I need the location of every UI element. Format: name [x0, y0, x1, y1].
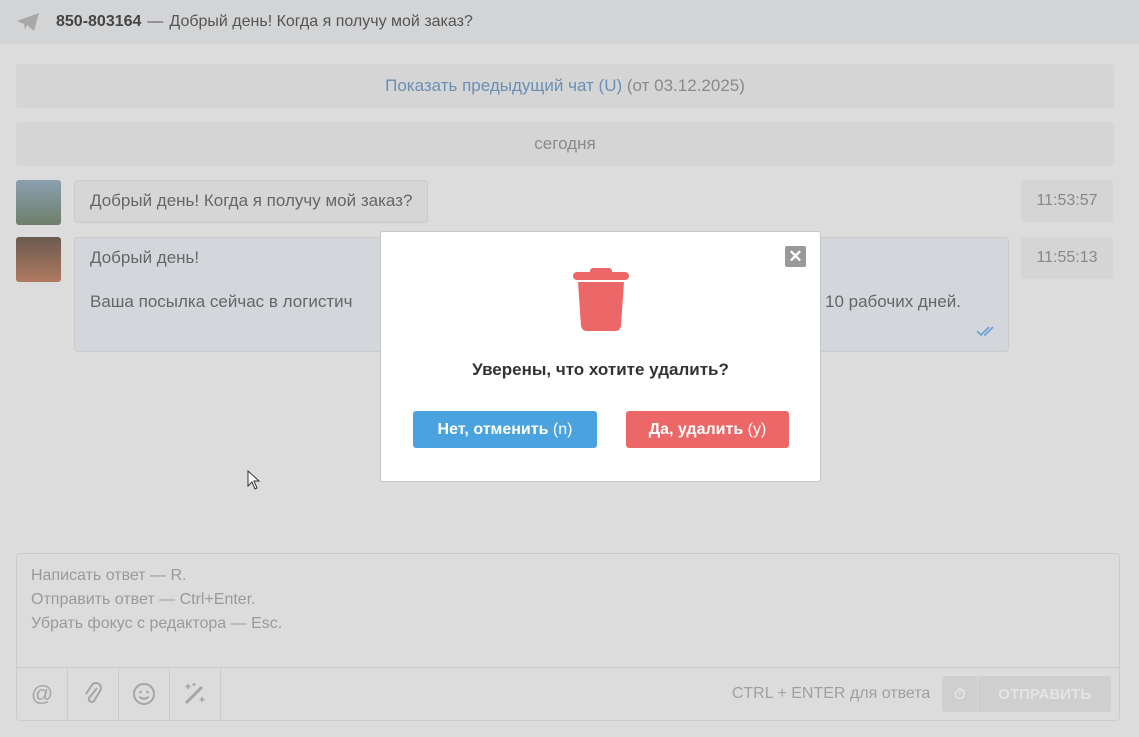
cancel-shortcut: (n) [552, 420, 573, 438]
last-message: Добрый день! Когда я получу мой заказ? [169, 13, 473, 30]
cancel-button[interactable]: Нет, отменить (n) [413, 411, 597, 448]
mouse-cursor-icon [247, 470, 261, 490]
avatar [16, 180, 61, 225]
smile-icon [133, 683, 155, 705]
send-label: ОТПРАВИТЬ [998, 685, 1091, 703]
avatar [16, 237, 61, 282]
magic-wand-button[interactable] [170, 668, 221, 720]
previous-chat-date: (от 03.12.2025) [626, 76, 745, 95]
delete-confirm-dialog: ✕ Уверены, что хотите удалить? Нет, отме… [380, 231, 821, 482]
mention-button[interactable]: @ [17, 668, 68, 720]
show-previous-chat-link[interactable]: Показать предыдущий чат (U) [385, 76, 622, 96]
stopwatch-icon[interactable]: ⏱ [942, 676, 979, 712]
chat-id: 850-803164 [56, 13, 142, 30]
attach-button[interactable] [68, 668, 119, 720]
editor-placeholder: Написать ответ — R. Отправить ответ — Ct… [17, 554, 1119, 646]
double-check-icon [976, 326, 994, 337]
message-time: 11:55:13 [1021, 237, 1113, 279]
placeholder-line: Отправить ответ — Ctrl+Enter. [31, 591, 256, 608]
at-icon: @ [30, 681, 54, 706]
date-divider: сегодня [16, 122, 1114, 166]
confirm-delete-button[interactable]: Да, удалить (y) [626, 411, 789, 448]
trash-icon [573, 268, 629, 331]
paperclip-icon [85, 682, 102, 703]
magic-wand-icon [184, 683, 205, 705]
placeholder-line: Убрать фокус с редактора — Esc. [31, 615, 283, 632]
telegram-plane-icon [17, 13, 39, 31]
emoji-button[interactable] [119, 668, 170, 720]
separator: — [147, 13, 164, 30]
message-time: 11:53:57 [1021, 180, 1113, 222]
confirm-shortcut: (y) [747, 420, 767, 438]
send-button[interactable]: ⏱ ОТПРАВИТЬ [942, 676, 1111, 712]
message-line: Ваша посылка сейчас в логистич [90, 292, 353, 311]
placeholder-line: Написать ответ — R. [31, 567, 187, 584]
dialog-question: Уверены, что хотите удалить? [472, 360, 729, 379]
message-line-end: 10 рабочих дней. [825, 292, 961, 311]
cancel-label: Нет, отменить [437, 420, 549, 438]
reply-editor[interactable]: Написать ответ — R. Отправить ответ — Ct… [16, 553, 1120, 721]
confirm-label: Да, удалить [648, 420, 744, 438]
chat-header: 850-803164 — Добрый день! Когда я получу… [0, 0, 1139, 44]
message-bubble: Добрый день! Когда я получу мой заказ? [74, 180, 429, 223]
send-hint: CTRL + ENTER для ответа [731, 685, 931, 702]
previous-chat-bar: Показать предыдущий чат (U) (от 03.12.20… [16, 64, 1114, 108]
close-icon[interactable]: ✕ [785, 246, 806, 267]
editor-toolbar: @ CTRL + ENTER для ответа ⏱ ОТПРАВИТЬ [17, 667, 1119, 720]
